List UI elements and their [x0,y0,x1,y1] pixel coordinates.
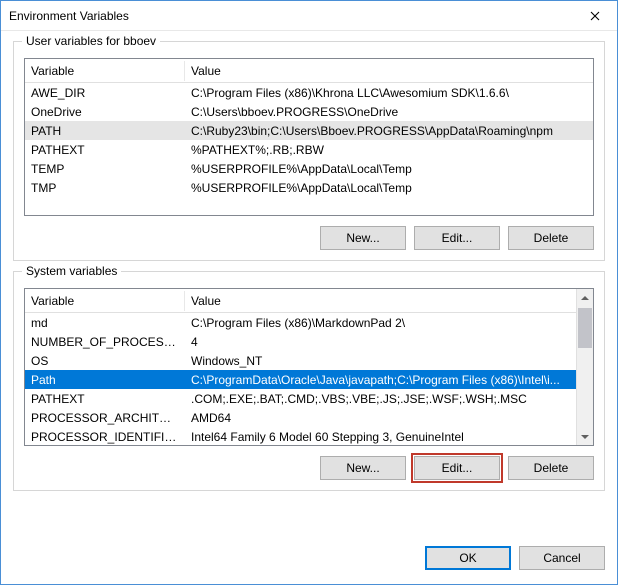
cell-value: .COM;.EXE;.BAT;.CMD;.VBS;.VBE;.JS;.JSE;.… [185,391,576,407]
system-new-button[interactable]: New... [320,456,406,480]
cancel-button[interactable]: Cancel [519,546,605,570]
cell-variable: PATHEXT [25,391,185,407]
cell-variable: TEMP [25,161,185,177]
cell-variable: TMP [25,180,185,196]
window-title: Environment Variables [9,9,572,23]
cell-value: C:\Users\bboev.PROGRESS\OneDrive [185,104,593,120]
table-row[interactable]: PROCESSOR_ARCHITECTUREAMD64 [25,408,576,427]
list-header: Variable Value [25,59,593,83]
table-row[interactable]: PATHEXT.COM;.EXE;.BAT;.CMD;.VBS;.VBE;.JS… [25,389,576,408]
table-row[interactable]: PATHC:\Ruby23\bin;C:\Users\Bboev.PROGRES… [25,121,593,140]
table-row[interactable]: TEMP%USERPROFILE%\AppData\Local\Temp [25,159,593,178]
cell-value: Windows_NT [185,353,576,369]
scroll-up-arrow-icon[interactable] [577,289,593,306]
list-header: Variable Value [25,289,576,313]
table-row[interactable]: AWE_DIRC:\Program Files (x86)\Khrona LLC… [25,83,593,102]
cell-variable: PATH [25,123,185,139]
system-variables-list[interactable]: Variable Value mdC:\Program Files (x86)\… [24,288,594,446]
user-variables-group: User variables for bboev Variable Value … [13,41,605,261]
system-variables-label: System variables [22,264,121,278]
col-value[interactable]: Value [185,291,576,311]
close-icon [590,11,600,21]
system-delete-button[interactable]: Delete [508,456,594,480]
scroll-track[interactable] [577,306,593,428]
system-variables-group: System variables Variable Value mdC:\Pro… [13,271,605,491]
table-row[interactable]: PATHEXT%PATHEXT%;.RB;.RBW [25,140,593,159]
cell-value: C:\Program Files (x86)\Khrona LLC\Awesom… [185,85,593,101]
dialog-buttons-row: OK Cancel [1,540,617,584]
close-button[interactable] [572,1,617,31]
table-row[interactable]: mdC:\Program Files (x86)\MarkdownPad 2\ [25,313,576,332]
cell-value: C:\Ruby23\bin;C:\Users\Bboev.PROGRESS\Ap… [185,123,593,139]
titlebar: Environment Variables [1,1,617,31]
user-edit-button[interactable]: Edit... [414,226,500,250]
cell-value: %PATHEXT%;.RB;.RBW [185,142,593,158]
cell-value: Intel64 Family 6 Model 60 Stepping 3, Ge… [185,429,576,445]
cell-variable: Path [25,372,185,388]
cell-variable: md [25,315,185,331]
table-row[interactable]: PathC:\ProgramData\Oracle\Java\javapath;… [25,370,576,389]
table-row[interactable]: TMP%USERPROFILE%\AppData\Local\Temp [25,178,593,197]
cell-variable: PATHEXT [25,142,185,158]
cell-value: C:\Program Files (x86)\MarkdownPad 2\ [185,315,576,331]
cell-variable: NUMBER_OF_PROCESSORS [25,334,185,350]
scroll-down-arrow-icon[interactable] [577,428,593,445]
table-row[interactable]: NUMBER_OF_PROCESSORS4 [25,332,576,351]
user-new-button[interactable]: New... [320,226,406,250]
user-delete-button[interactable]: Delete [508,226,594,250]
cell-variable: PROCESSOR_IDENTIFIER [25,429,185,445]
system-list-scrollbar[interactable] [576,289,593,445]
cell-value: %USERPROFILE%\AppData\Local\Temp [185,180,593,196]
environment-variables-dialog: Environment Variables User variables for… [0,0,618,585]
table-row[interactable]: PROCESSOR_IDENTIFIERIntel64 Family 6 Mod… [25,427,576,445]
cell-variable: AWE_DIR [25,85,185,101]
user-buttons-row: New... Edit... Delete [24,226,594,250]
cell-variable: OneDrive [25,104,185,120]
col-value[interactable]: Value [185,61,593,81]
table-row[interactable]: OSWindows_NT [25,351,576,370]
user-variables-label: User variables for bboev [22,34,160,48]
system-edit-button[interactable]: Edit... [414,456,500,480]
system-buttons-row: New... Edit... Delete [24,456,594,480]
cell-value: 4 [185,334,576,350]
user-variables-list[interactable]: Variable Value AWE_DIRC:\Program Files (… [24,58,594,216]
scroll-thumb[interactable] [578,308,592,348]
cell-variable: OS [25,353,185,369]
cell-value: %USERPROFILE%\AppData\Local\Temp [185,161,593,177]
table-row[interactable]: OneDriveC:\Users\bboev.PROGRESS\OneDrive [25,102,593,121]
cell-value: C:\ProgramData\Oracle\Java\javapath;C:\P… [185,372,576,388]
cell-variable: PROCESSOR_ARCHITECTURE [25,410,185,426]
ok-button[interactable]: OK [425,546,511,570]
col-variable[interactable]: Variable [25,61,185,81]
col-variable[interactable]: Variable [25,291,185,311]
cell-value: AMD64 [185,410,576,426]
